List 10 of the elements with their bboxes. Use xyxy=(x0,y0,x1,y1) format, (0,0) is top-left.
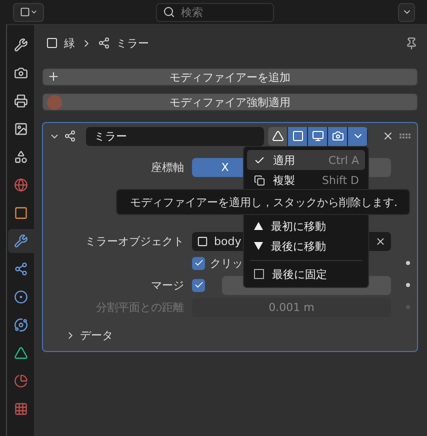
tooltip: モディファイアーを適用し，スタックから削除します. xyxy=(116,189,410,215)
field-value: body xyxy=(214,234,242,248)
axis-label: 座標軸 xyxy=(150,160,184,174)
breadcrumb-modifier: ミラー xyxy=(116,36,149,50)
bisect-distance-label: 分割平面との距離 xyxy=(95,300,184,314)
mirror-object-label: ミラーオブジェクト xyxy=(84,234,184,248)
data-label: データ xyxy=(80,328,113,343)
breadcrumb-object: 緑 xyxy=(64,36,75,50)
merge-label: マージ xyxy=(150,278,184,292)
clipping-label: クリッ xyxy=(210,256,243,270)
